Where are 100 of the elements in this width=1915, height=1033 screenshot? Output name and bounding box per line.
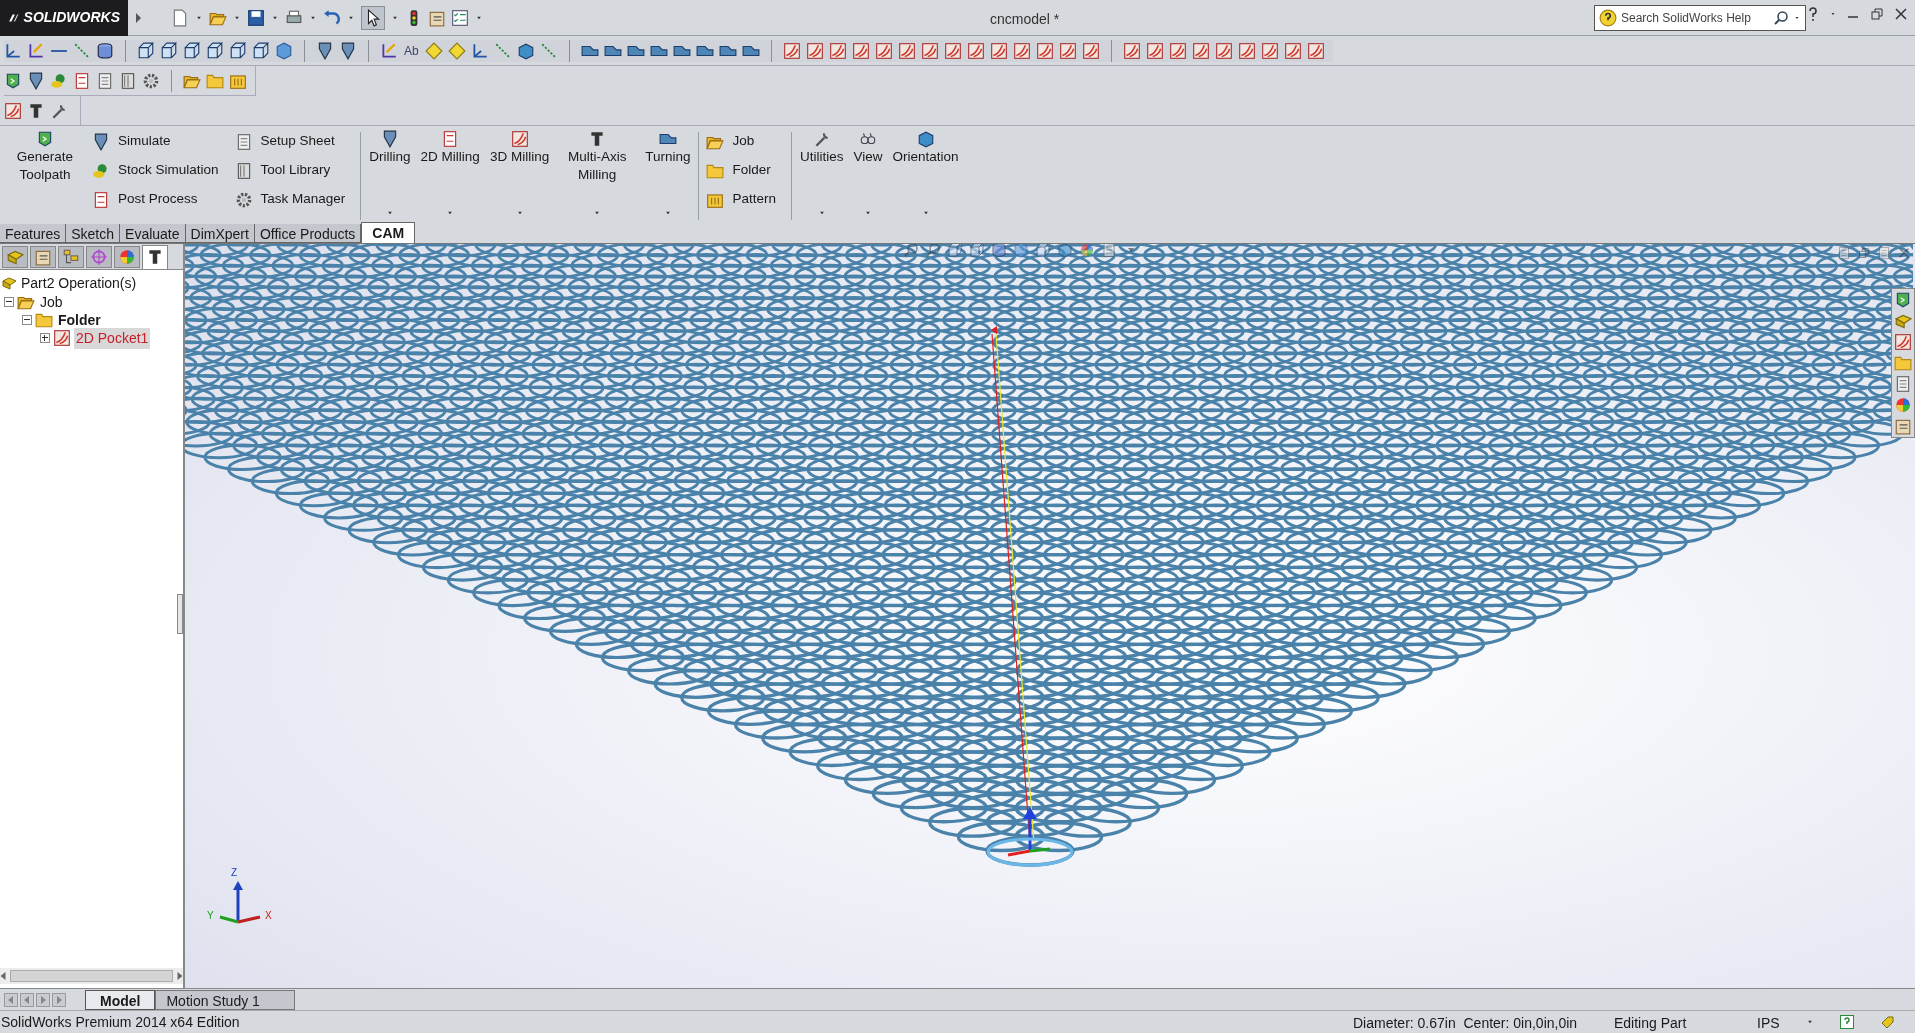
ribbon-button[interactable]: Folder <box>706 159 776 182</box>
toolpath-icon[interactable] <box>1283 41 1302 60</box>
toolpath-icon[interactable] <box>782 41 801 60</box>
layers-icon[interactable] <box>991 244 1007 258</box>
toolpath-icon[interactable] <box>1260 41 1279 60</box>
gear-icon[interactable] <box>142 71 160 90</box>
ribbon-button[interactable]: 2D Milling <box>415 130 485 218</box>
save-icon[interactable] <box>247 8 265 27</box>
pointer-button[interactable] <box>361 5 385 30</box>
sheet-icon[interactable] <box>1837 246 1851 260</box>
panel-tab[interactable] <box>142 244 168 269</box>
ribbon-button[interactable]: Orientation <box>887 130 964 218</box>
ribbon-button[interactable]: Simulate <box>92 130 219 153</box>
close-icon[interactable] <box>1893 6 1909 22</box>
drill-icon[interactable] <box>27 71 45 90</box>
command-tab[interactable]: Features <box>0 224 67 243</box>
ribbon-button[interactable]: 3D Milling <box>484 130 555 218</box>
wireframe-cube-icon[interactable] <box>252 41 270 60</box>
tag-icon[interactable] <box>1879 1014 1895 1030</box>
cube-icon[interactable] <box>275 41 293 60</box>
diamond-icon[interactable] <box>447 41 466 60</box>
collapse-toggle[interactable] <box>4 297 14 307</box>
sketch-icon[interactable] <box>380 41 398 60</box>
sheet-icon[interactable] <box>1894 375 1912 393</box>
search-input[interactable]: Search SolidWorks Help <box>1621 9 1769 27</box>
wireframe-cube-icon[interactable] <box>1035 244 1051 258</box>
model-tab[interactable]: Motion Study 1 <box>155 989 296 1010</box>
wireframe-cube-icon[interactable] <box>229 41 247 60</box>
sheet-icon[interactable] <box>1101 244 1117 258</box>
wireframe-cube-icon[interactable] <box>947 244 963 258</box>
ribbon-button[interactable]: Tool Library <box>234 159 346 182</box>
toolpath-icon[interactable] <box>1237 41 1256 60</box>
collapse-toggle[interactable] <box>22 315 32 325</box>
tree-root-label[interactable]: Part2 Operation(s) <box>21 272 137 294</box>
command-tab[interactable]: CAM <box>361 222 416 243</box>
restore-icon[interactable] <box>1857 246 1871 260</box>
document-icon[interactable] <box>171 8 189 27</box>
flag-icon[interactable] <box>1894 291 1912 309</box>
ribbon-button[interactable]: Utilities <box>795 130 849 218</box>
command-tab[interactable]: Evaluate <box>120 224 186 243</box>
scroll-left-icon[interactable] <box>0 972 6 980</box>
graphics-viewport[interactable]: Z Y X <box>185 244 1915 988</box>
undo-icon[interactable] <box>323 8 341 27</box>
part-icon[interactable] <box>1894 312 1912 330</box>
horizontal-scrollbar[interactable] <box>0 968 183 984</box>
box-icon[interactable] <box>516 41 535 60</box>
units-button[interactable]: IPS <box>1757 1013 1780 1033</box>
ribbon-button[interactable]: Pattern <box>706 188 776 211</box>
ribbon-button[interactable]: Setup Sheet <box>234 130 346 153</box>
text-tool[interactable]: Ab <box>403 41 420 60</box>
toolpath-icon[interactable] <box>897 41 916 60</box>
wireframe-cube-icon[interactable] <box>969 244 985 258</box>
end-mill-icon[interactable] <box>27 101 45 120</box>
search-icon[interactable] <box>925 244 941 258</box>
drill-icon[interactable] <box>316 41 334 60</box>
toolpath-icon[interactable] <box>874 41 893 60</box>
ribbon-button[interactable]: Generate Toolpath <box>2 130 88 218</box>
toolpath-icon[interactable] <box>828 41 847 60</box>
toolpath-icon[interactable] <box>1191 41 1210 60</box>
axes-icon[interactable] <box>470 41 489 60</box>
toolpath-icon[interactable] <box>1894 333 1912 351</box>
toolpath-icon[interactable] <box>1012 41 1031 60</box>
close-icon[interactable] <box>1897 246 1911 260</box>
toolpath-icon[interactable] <box>1145 41 1164 60</box>
cube-icon[interactable] <box>1013 244 1029 258</box>
model-tab[interactable]: Model <box>85 989 156 1010</box>
toolpath-icon[interactable] <box>4 101 22 120</box>
axes-icon[interactable] <box>4 41 22 60</box>
scroll-right-icon[interactable] <box>177 972 183 980</box>
toolpath-icon[interactable] <box>920 41 939 60</box>
tree-item[interactable]: 2D Pocket1 <box>74 327 151 349</box>
sheet-icon[interactable] <box>96 71 114 90</box>
search-icon[interactable] <box>1773 10 1789 26</box>
search-icon[interactable] <box>903 244 919 258</box>
diamond-icon[interactable] <box>424 41 443 60</box>
toolpath-icon[interactable] <box>1214 41 1233 60</box>
sketch-icon[interactable] <box>27 41 45 60</box>
ribbon-button[interactable]: Drilling <box>364 130 416 218</box>
ribbon-button[interactable]: View <box>848 130 888 218</box>
toolpath-icon[interactable] <box>1081 41 1100 60</box>
folder-icon[interactable] <box>1894 354 1912 372</box>
ribbon-button[interactable]: Stock Simulation <box>92 159 219 182</box>
toolpath-icon[interactable] <box>805 41 824 60</box>
flag-icon[interactable] <box>4 71 22 90</box>
expand-toggle[interactable] <box>40 333 50 343</box>
sheet-icon[interactable] <box>119 71 137 90</box>
toolpath-icon[interactable] <box>966 41 985 60</box>
ribbon-button[interactable]: Task Manager <box>234 188 346 211</box>
toolpath-icon[interactable] <box>851 41 870 60</box>
command-tab[interactable]: Office Products <box>254 224 362 243</box>
checklist-icon[interactable] <box>451 8 469 27</box>
wireframe-cube-icon[interactable] <box>160 41 178 60</box>
ribbon-button[interactable]: Turning <box>640 130 696 218</box>
ribbon-button[interactable]: Post Process <box>92 188 219 211</box>
toolpath-icon[interactable] <box>1058 41 1077 60</box>
code-sheet-icon[interactable] <box>73 71 91 90</box>
command-tab[interactable]: Sketch <box>66 224 121 243</box>
wireframe-cube-icon[interactable] <box>183 41 201 60</box>
dashed-line-icon[interactable] <box>73 41 91 60</box>
clipboard-icon[interactable] <box>1894 417 1912 435</box>
